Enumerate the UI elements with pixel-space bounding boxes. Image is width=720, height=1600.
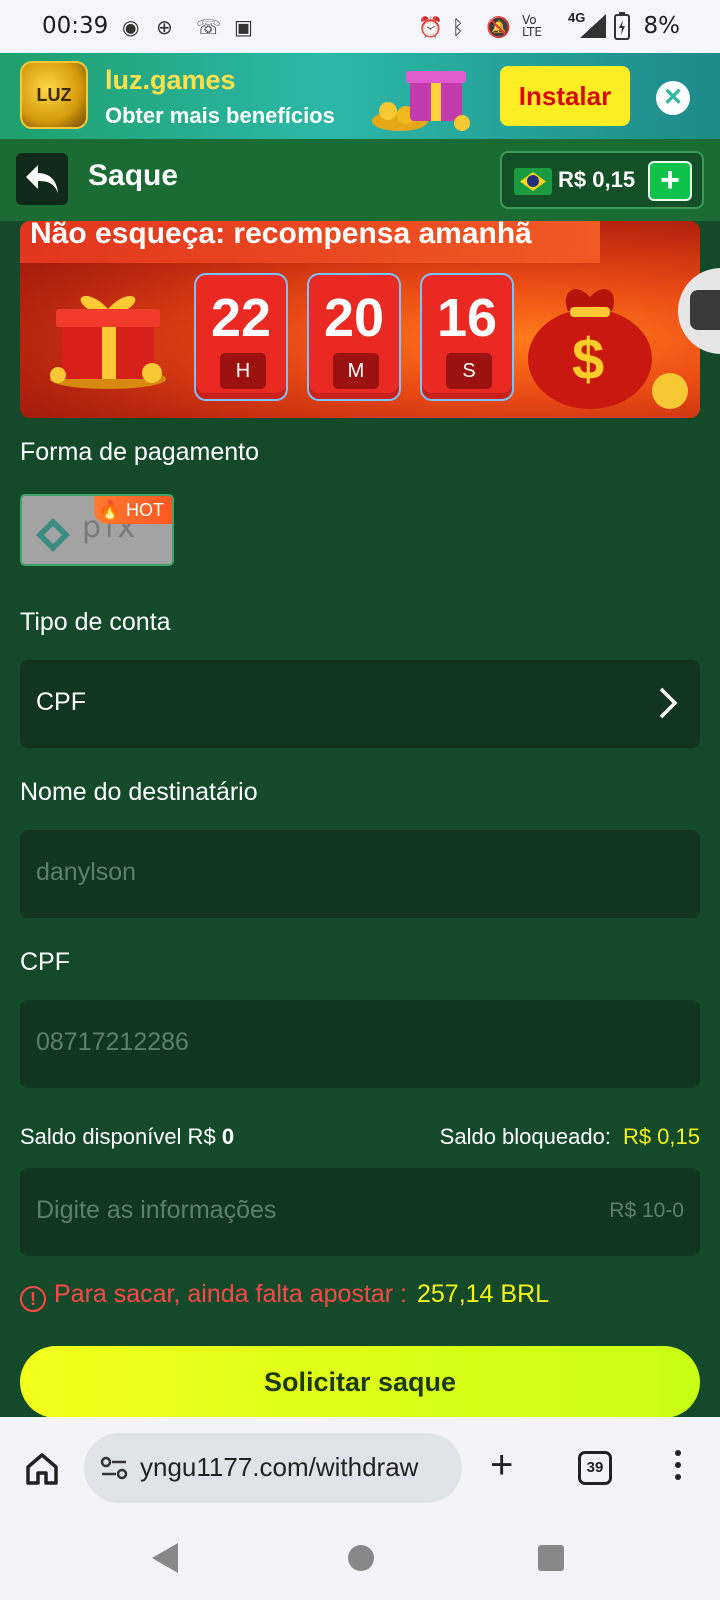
- wager-requirement-warning: ! Para sacar, ainda falta apostar : 257,14…: [20, 1280, 549, 1312]
- svg-text:$: $: [572, 327, 604, 392]
- countdown-minutes: 20 M: [307, 273, 401, 401]
- promo-subtitle: Obter mais benefícios: [105, 103, 335, 128]
- blocked-balance: Saldo bloqueado: R$ 0,15: [440, 1124, 700, 1150]
- system-nav-bar: [0, 1519, 720, 1600]
- countdown-hours: 22 H: [194, 273, 288, 401]
- countdown-minutes-value: 20: [323, 288, 385, 348]
- install-promo-banner[interactable]: LUZ luz.games Obter mais benefícios Inst…: [0, 53, 720, 139]
- header-balance: R$ 0,15: [558, 167, 636, 192]
- countdown-seconds: 16 S: [420, 273, 514, 401]
- gift-box-icon: [50, 295, 166, 389]
- pix-logo-icon: [36, 518, 70, 552]
- chevron-right-icon: [659, 687, 678, 719]
- status-time: 00:39: [42, 13, 109, 39]
- reward-title: Não esqueça: recompensa amanhã: [20, 221, 600, 263]
- account-type-value: CPF: [36, 688, 86, 716]
- reward-countdown-banner[interactable]: Não esqueça: recompensa amanhã $ 22 H 20…: [20, 221, 700, 418]
- edit-icon: [690, 290, 720, 330]
- recipient-name-field[interactable]: danylson: [20, 830, 700, 918]
- more-menu-icon[interactable]: [670, 1447, 686, 1487]
- media-icon: ◉: [122, 15, 140, 39]
- brazil-flag-icon: [514, 168, 552, 195]
- install-button[interactable]: Instalar: [500, 66, 630, 126]
- missed-call-icon: ☏: [196, 15, 222, 39]
- countdown-hours-unit: H: [220, 353, 266, 389]
- alert-icon: !: [20, 1286, 46, 1312]
- battery-level: 8%: [643, 13, 681, 39]
- mute-icon: 🔕: [486, 15, 511, 39]
- gamepad-icon: ⊕: [156, 15, 173, 39]
- amount-range-hint: R$ 10-0: [609, 1199, 684, 1222]
- nav-recents-icon[interactable]: [538, 1545, 564, 1571]
- battery-icon: [614, 12, 630, 40]
- money-bag-icon: $: [528, 289, 688, 409]
- cpf-label: CPF: [20, 948, 70, 976]
- signal-icon: [580, 14, 606, 38]
- countdown-hours-value: 22: [210, 288, 272, 348]
- countdown-minutes-unit: M: [333, 353, 379, 389]
- app-logo: LUZ: [20, 61, 88, 129]
- hot-badge: 🔥 HOT: [94, 496, 172, 524]
- cpf-field[interactable]: 08717212286: [20, 1000, 700, 1088]
- recipient-name-label: Nome do destinatário: [20, 778, 258, 806]
- available-balance-value: 0: [221, 1124, 235, 1149]
- home-icon[interactable]: [22, 1449, 62, 1489]
- close-icon[interactable]: ✕: [656, 81, 690, 115]
- amount-placeholder: Digite as informações: [36, 1196, 277, 1224]
- account-type-label: Tipo de conta: [20, 608, 171, 636]
- balance-widget[interactable]: R$ 0,15 +: [500, 151, 704, 209]
- payment-option-pix[interactable]: pix 🔥 HOT: [20, 494, 174, 566]
- app-header: Saque R$ 0,15 +: [0, 139, 720, 221]
- promo-title: luz.games: [105, 65, 236, 95]
- account-type-select[interactable]: CPF: [20, 660, 700, 748]
- notification-icon: ▣: [234, 15, 253, 39]
- cpf-value: 08717212286: [36, 1028, 189, 1056]
- flame-icon: 🔥: [98, 500, 121, 520]
- bluetooth-icon: ᛒ: [452, 15, 464, 39]
- address-bar[interactable]: yngu1177.com/withdraw: [84, 1433, 462, 1503]
- withdraw-amount-input[interactable]: Digite as informações R$ 10-0: [20, 1168, 700, 1256]
- recipient-name-value: danylson: [36, 858, 137, 886]
- nav-home-icon[interactable]: [348, 1545, 374, 1571]
- site-settings-icon[interactable]: [100, 1455, 128, 1481]
- back-button[interactable]: [16, 153, 68, 205]
- blocked-balance-label: Saldo bloqueado:: [439, 1124, 611, 1149]
- request-withdraw-button[interactable]: Solicitar saque: [20, 1346, 700, 1418]
- hot-badge-label: HOT: [126, 500, 164, 520]
- browser-toolbar: yngu1177.com/withdraw + 39: [0, 1417, 720, 1519]
- tabs-count-button[interactable]: 39: [578, 1451, 612, 1485]
- gift-coins-icon: [372, 71, 470, 131]
- deposit-plus-button[interactable]: +: [648, 161, 692, 201]
- warning-text: Para sacar, ainda falta apostar :: [54, 1280, 407, 1308]
- nav-back-icon[interactable]: [152, 1543, 178, 1573]
- available-balance: Saldo disponível R$ 0: [20, 1124, 234, 1150]
- warning-amount: 257,14 BRL: [417, 1280, 550, 1308]
- page-title: Saque: [88, 159, 179, 192]
- new-tab-button[interactable]: +: [490, 1445, 513, 1485]
- payment-method-label: Forma de pagamento: [20, 438, 260, 466]
- available-balance-label: Saldo disponível R$: [20, 1124, 216, 1149]
- back-arrow-icon: [26, 165, 58, 193]
- status-bar: 00:39 ◉ ⊕ ☏ ▣ ⏰ ᛒ 🔕 Vo LTE 4G 8%: [0, 0, 720, 53]
- alarm-icon: ⏰: [418, 15, 443, 39]
- volte-icon: Vo LTE: [522, 13, 542, 39]
- url-text: yngu1177.com/withdraw: [140, 1452, 419, 1482]
- countdown-seconds-unit: S: [446, 353, 492, 389]
- countdown-seconds-value: 16: [436, 288, 498, 348]
- blocked-balance-value: R$ 0,15: [622, 1124, 700, 1149]
